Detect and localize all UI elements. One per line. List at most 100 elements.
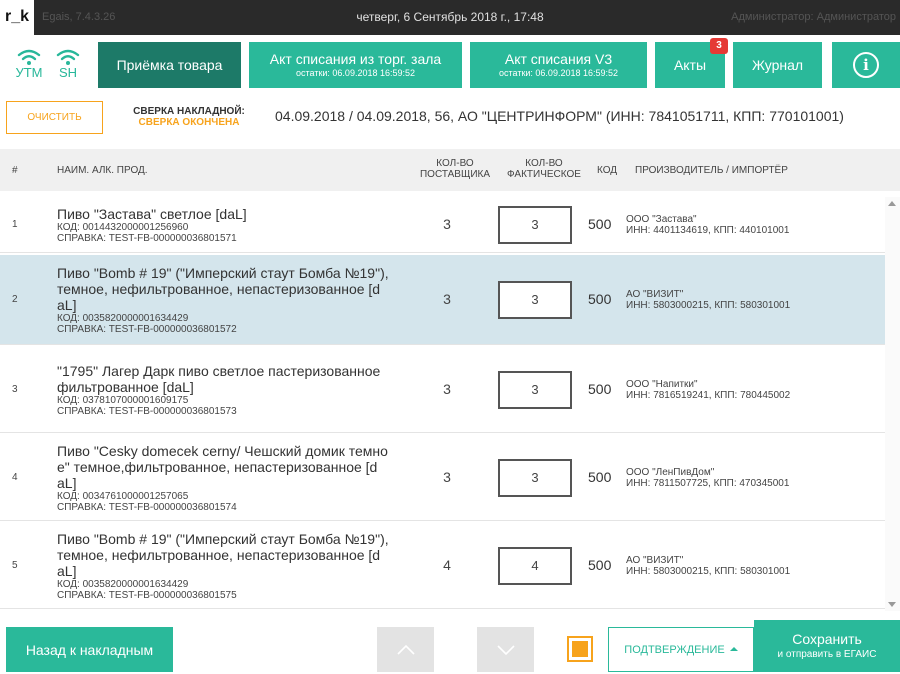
table-row[interactable]: 2 Пиво "Bomb # 19" ("Имперский стаут Бомб… — [0, 255, 885, 345]
product-name-cell: Пиво "Застава" светлое [daL] КОД: 0014432… — [57, 206, 397, 244]
info-icon: i — [853, 52, 879, 78]
confirm-checkbox[interactable] — [567, 636, 593, 662]
manufacturer-tax-ids: ИНН: 7811507725, КПП: 470345001 — [626, 478, 790, 489]
table-row[interactable]: 4 Пиво "Cesky domecek cerny/ Чешский доми… — [0, 435, 885, 521]
hall-writeoff-act-stock: остатки: 06.09.2018 16:59:52 — [296, 68, 415, 78]
manufacturer-name: АО "ВИЗИТ" — [626, 289, 684, 300]
caret-up-icon — [729, 647, 738, 651]
manufacturer-cell: ООО "Напитки" ИНН: 7816519241, КПП: 78044… — [626, 379, 790, 401]
table-row[interactable]: 5 Пиво "Bomb # 19" ("Имперский стаут Бомб… — [0, 523, 885, 609]
toolbar: УТМ SH Приёмка товара Акт списания из то… — [0, 35, 900, 95]
scroll-down-icon[interactable] — [888, 602, 896, 607]
hall-writeoff-act-button[interactable]: Акт списания из торг. зала остатки: 06.0… — [249, 42, 462, 88]
table-row[interactable]: 3 "1795" Лагер Дарк пиво светлое пастериз… — [0, 347, 885, 433]
utm-status: УТМ — [14, 49, 44, 80]
product-name-line: темное, нефильтрованное, непастеризованн… — [57, 281, 381, 297]
supplier-qty: 3 — [443, 469, 451, 485]
column-header-number: # — [12, 165, 18, 176]
sh-label: SH — [58, 65, 78, 80]
acts-label: Акты — [673, 57, 707, 73]
manufacturer-name: ООО "Застава" — [626, 214, 697, 225]
next-row-button[interactable] — [477, 627, 534, 672]
writeoff-act-v3-button[interactable]: Акт списания V3 остатки: 06.09.2018 16:5… — [470, 42, 647, 88]
receive-goods-button[interactable]: Приёмка товара — [98, 42, 241, 88]
save-sub-label: и отправить в ЕГАИС — [777, 649, 877, 660]
wifi-icon — [17, 49, 41, 65]
invoice-info: 04.09.2018 / 04.09.2018, 56, АО "ЦЕНТРИН… — [275, 108, 844, 124]
column-header-actual-qty: КОЛ-ВО ФАКТИЧЕСКОЕ — [507, 158, 581, 180]
wifi-icon — [56, 49, 80, 65]
product-name-line: фильтрованное [daL] — [57, 379, 194, 395]
product-name-cell: "1795" Лагер Дарк пиво светлое пастеризо… — [57, 363, 397, 417]
product-name-cell: Пиво "Bomb # 19" ("Имперский стаут Бомба… — [57, 531, 397, 601]
column-header-supplier-qty: КОЛ-ВО ПОСТАВЩИКА — [419, 158, 491, 180]
back-to-invoices-button[interactable]: Назад к накладным — [6, 627, 173, 672]
product-table: 1 Пиво "Застава" светлое [daL] КОД: 001443… — [0, 197, 885, 611]
journal-label: Журнал — [751, 57, 804, 73]
product-reference: СПРАВКА: TEST-FB-000000036801575 — [57, 590, 237, 601]
type-code: 500 — [588, 291, 612, 307]
receive-goods-label: Приёмка товара — [116, 57, 223, 73]
info-button[interactable]: i — [832, 42, 900, 88]
confirmation-label: ПОДТВЕРЖДЕНИЕ — [624, 643, 725, 656]
scroll-up-icon[interactable] — [888, 201, 896, 206]
product-reference: СПРАВКА: TEST-FB-000000036801572 — [57, 324, 237, 335]
type-code: 500 — [588, 216, 612, 232]
utm-label: УТМ — [15, 65, 43, 80]
manufacturer-tax-ids: ИНН: 5803000215, КПП: 580301001 — [626, 566, 791, 577]
writeoff-act-v3-stock: остатки: 06.09.2018 16:59:52 — [499, 68, 618, 78]
product-name-line: е" темное,фильтрованное, непастеризованн… — [57, 459, 378, 475]
actual-qty-input[interactable]: 3 — [498, 371, 572, 409]
manufacturer-cell: АО "ВИЗИТ" ИНН: 5803000215, КПП: 58030100… — [626, 555, 790, 577]
row-number: 2 — [12, 294, 18, 305]
product-name-line: Пиво "Застава" светлое [daL] — [57, 206, 247, 222]
manufacturer-tax-ids: ИНН: 5803000215, КПП: 580301001 — [626, 300, 791, 311]
actual-qty-input[interactable]: 3 — [498, 281, 572, 319]
supplier-qty: 3 — [443, 291, 451, 307]
manufacturer-tax-ids: ИНН: 7816519241, КПП: 780445002 — [626, 390, 791, 401]
sh-status: SH — [53, 49, 83, 80]
actual-qty-input[interactable]: 4 — [498, 547, 572, 585]
type-code: 500 — [588, 469, 612, 485]
current-user: Администратор: Администратор — [731, 11, 896, 23]
row-number: 1 — [12, 219, 18, 230]
journal-button[interactable]: Журнал — [733, 42, 822, 88]
product-name-cell: Пиво "Bomb # 19" ("Имперский стаут Бомба… — [57, 265, 397, 335]
row-number: 5 — [12, 560, 18, 571]
clear-button[interactable]: ОЧИСТИТЬ — [6, 101, 103, 134]
manufacturer-tax-ids: ИНН: 4401134619, КПП: 440101001 — [626, 225, 790, 236]
product-code: КОД: 0034761000001257065 — [57, 491, 189, 502]
save-and-send-button[interactable]: Сохранить и отправить в ЕГАИС — [754, 620, 900, 672]
invoice-reconciliation: ОЧИСТИТЬ СВЕРКА НАКЛАДНОЙ: СВЕРКА ОКОНЧЕ… — [0, 95, 900, 145]
footer: Назад к накладным ПОДТВЕРЖДЕНИЕ Сохранит… — [0, 620, 900, 674]
column-header-code: КОД — [597, 165, 618, 176]
table-scrollbar[interactable] — [885, 197, 900, 611]
product-name-line: "1795" Лагер Дарк пиво светлое пастеризо… — [57, 363, 381, 379]
product-name-cell: Пиво "Cesky domecek cerny/ Чешский домик… — [57, 443, 397, 513]
previous-row-button[interactable] — [377, 627, 434, 672]
product-reference: СПРАВКА: TEST-FB-000000036801573 — [57, 406, 237, 417]
supplier-qty: 4 — [443, 557, 451, 573]
manufacturer-name: ООО "Напитки" — [626, 379, 698, 390]
confirmation-dropdown-button[interactable]: ПОДТВЕРЖДЕНИЕ — [608, 627, 754, 672]
supplier-qty: 3 — [443, 381, 451, 397]
table-row[interactable]: 1 Пиво "Застава" светлое [daL] КОД: 001443… — [0, 197, 885, 253]
chevron-up-icon — [396, 644, 415, 655]
reconciliation-title: СВЕРКА НАКЛАДНОЙ: — [133, 106, 245, 117]
product-code: КОД: 0035820000001634429 — [57, 313, 189, 324]
reconciliation-status: СВЕРКА ОКОНЧЕНА — [138, 117, 240, 128]
product-code: КОД: 0035820000001634429 — [57, 579, 189, 590]
product-name-line: aL] — [57, 475, 77, 491]
product-name-line: Пиво "Bomb # 19" ("Имперский стаут Бомба… — [57, 531, 389, 547]
actual-qty-input[interactable]: 3 — [498, 459, 572, 497]
type-code: 500 — [588, 557, 612, 573]
save-label: Сохранить — [792, 631, 862, 647]
supplier-qty: 3 — [443, 216, 451, 232]
product-reference: СПРАВКА: TEST-FB-000000036801571 — [57, 233, 237, 244]
product-name-line: aL] — [57, 297, 77, 313]
hall-writeoff-act-label: Акт списания из торг. зала — [269, 51, 442, 67]
manufacturer-name: АО "ВИЗИТ" — [626, 555, 684, 566]
column-header-manufacturer: ПРОИЗВОДИТЕЛЬ / ИМПОРТЁР — [635, 165, 788, 176]
actual-qty-input[interactable]: 3 — [498, 206, 572, 244]
manufacturer-cell: ООО "Застава" ИНН: 4401134619, КПП: 44010… — [626, 214, 789, 236]
